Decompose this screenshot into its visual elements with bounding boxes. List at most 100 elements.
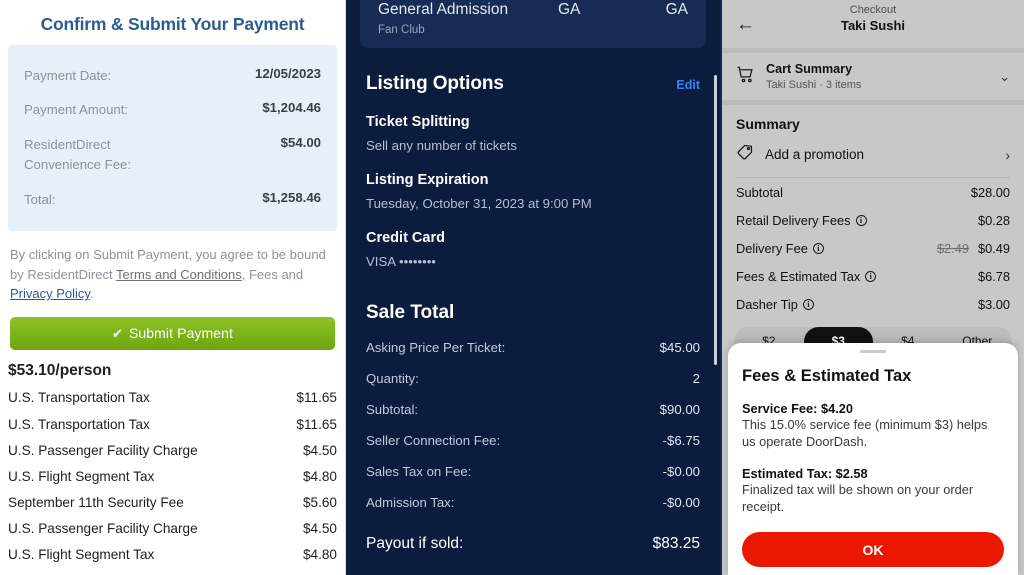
sale-line-value: 2	[692, 371, 700, 386]
cart-summary-subtitle: Taki Sushi · 3 items	[766, 79, 862, 91]
summary-line-fees-estimated-tax: Fees & Estimated Tax i $6.78	[722, 262, 1024, 290]
list-item: U.S. Transportation Tax $11.65	[0, 385, 345, 411]
scrollbar[interactable]	[714, 75, 717, 365]
tax-breakdown-list: U.S. Transportation Tax $11.65 U.S. Tran…	[0, 385, 345, 575]
cart-summary-row[interactable]: Cart Summary Taki Sushi · 3 items ⌄	[722, 53, 1024, 100]
summary-line-subtotal: Subtotal $28.00	[722, 178, 1024, 206]
credit-card-value: VISA ••••••••	[366, 254, 436, 269]
list-item: U.S. Passenger Facility Charge $4.50	[0, 437, 345, 463]
estimated-tax-title: Estimated Tax: $2.58	[742, 466, 868, 482]
service-fee-description: This 15.0% service fee (minimum $3) help…	[742, 417, 988, 450]
info-icon[interactable]: i	[855, 214, 867, 226]
line-value: $3.00	[977, 296, 1010, 312]
line-label: Retail Delivery Fees	[736, 212, 851, 228]
sheet-title: Fees & Estimated Tax	[742, 367, 912, 386]
list-item: September 11th Security Fee $5.60	[0, 568, 345, 575]
payment-confirmation-panel: Confirm & Submit Your Payment Payment Da…	[0, 0, 346, 575]
drag-handle[interactable]	[860, 350, 886, 354]
add-promotion-row[interactable]: Add a promotion ›	[722, 132, 1024, 177]
sale-line-value: $45.00	[659, 340, 700, 355]
header-eyebrow: Checkout	[849, 4, 897, 16]
fees-bottom-sheet: Fees & Estimated Tax Service Fee: $4.20 …	[728, 343, 1018, 575]
seat-row-value: GA	[558, 1, 581, 18]
line-label: Fees & Estimated Tax	[736, 268, 861, 284]
checkout-header: ← Checkout Taki Sushi	[722, 0, 1024, 48]
payout-row: Payout if sold: $83.25	[366, 510, 700, 553]
terms-and-conditions-link[interactable]: Terms and Conditions	[116, 267, 242, 282]
line-value: $0.28	[977, 212, 1010, 228]
submit-payment-button[interactable]: ✔ Submit Payment	[10, 316, 335, 350]
tax-value: $11.65	[296, 416, 337, 432]
cart-summary-title: Cart Summary	[766, 62, 853, 76]
chevron-right-icon[interactable]: ›	[1005, 147, 1010, 163]
list-item: U.S. Flight Segment Tax $4.80	[0, 463, 345, 489]
sale-line-label: Admission Tax:	[366, 495, 455, 510]
line-value-original: $2.49	[936, 240, 969, 256]
sale-line-value: -$0.00	[662, 495, 700, 510]
listing-options-title: Listing Options	[366, 73, 504, 94]
sale-line-label: Seller Connection Fee:	[366, 433, 501, 448]
table-row: Payment Amount: $1,204.46	[24, 93, 321, 127]
line-label: Dasher Tip	[736, 296, 798, 312]
ticket-splitting-value: Sell any number of tickets	[366, 138, 517, 153]
sale-total-list: Asking Price Per Ticket: $45.00 Quantity…	[366, 324, 700, 510]
chevron-down-icon[interactable]: ⌄	[999, 69, 1010, 85]
edit-listing-button[interactable]: Edit	[676, 78, 700, 92]
ok-button[interactable]: OK	[742, 532, 1004, 567]
tax-value: $11.65	[296, 390, 337, 406]
service-fee-title: Service Fee: $4.20	[742, 401, 853, 417]
tax-label: U.S. Flight Segment Tax	[8, 468, 155, 484]
tax-value: $4.50	[302, 521, 337, 537]
ticket-splitting-title: Ticket Splitting	[366, 114, 470, 130]
three-panel-screenshot: Confirm & Submit Your Payment Payment Da…	[0, 0, 1024, 575]
seat-row: General Admission GA GA	[378, 0, 688, 19]
check-icon: ✔	[111, 325, 123, 341]
table-row: ResidentDirect Convenience Fee: $54.00	[24, 128, 321, 183]
tax-label: U.S. Flight Segment Tax	[8, 547, 155, 563]
line-value: $0.49	[977, 240, 1010, 256]
list-item: Quantity: 2	[366, 355, 700, 386]
legal-text-mid: , Fees and	[241, 266, 304, 282]
sale-line-value: -$6.75	[662, 433, 700, 448]
shopping-cart-icon	[736, 65, 755, 89]
seat-section-name: General Admission	[378, 1, 509, 18]
sale-line-value: $90.00	[659, 402, 700, 417]
privacy-policy-link[interactable]: Privacy Policy	[10, 286, 90, 301]
page-title: Confirm & Submit Your Payment	[40, 14, 305, 34]
listing-expiration-title: Listing Expiration	[366, 172, 489, 188]
payment-date-value: 12/05/2023	[254, 66, 321, 81]
line-label: Subtotal	[736, 184, 783, 200]
listing-options-header: Listing Options Edit	[366, 48, 700, 95]
credit-card-title: Credit Card	[366, 230, 445, 246]
seat-card: General Admission GA GA Fan Club	[360, 0, 706, 48]
sale-line-label: Subtotal:	[366, 402, 419, 417]
list-item: Asking Price Per Ticket: $45.00	[366, 324, 700, 355]
info-icon[interactable]: i	[865, 270, 877, 282]
line-value: $6.78	[977, 268, 1010, 284]
convenience-fee-value: $54.00	[280, 134, 321, 150]
tax-value: $4.50	[302, 442, 337, 458]
list-item: Subtotal: $90.00	[366, 386, 700, 417]
info-icon[interactable]: i	[812, 242, 824, 254]
sale-line-label: Sales Tax on Fee:	[366, 464, 472, 479]
page-title: Taki Sushi	[840, 18, 906, 33]
sale-line-label: Quantity:	[366, 371, 419, 386]
seat-subtitle: Fan Club	[378, 24, 425, 36]
list-item: U.S. Transportation Tax $11.65	[0, 411, 345, 437]
list-item: September 11th Security Fee $5.60	[0, 490, 345, 516]
convenience-fee-label: ResidentDirect Convenience Fee:	[24, 136, 132, 173]
summary-line-dasher-tip: Dasher Tip i $3.00	[722, 290, 1024, 318]
summary-line-retail-delivery-fees: Retail Delivery Fees i $0.28	[722, 206, 1024, 234]
cart-summary-text: Cart Summary Taki Sushi · 3 items	[766, 62, 988, 91]
tax-value: $4.80	[302, 468, 337, 484]
table-row: Payment Date: 12/05/2023	[24, 59, 321, 93]
line-label: Delivery Fee	[736, 240, 808, 256]
list-item: Seller Connection Fee: -$6.75	[366, 417, 700, 448]
payment-amount-label: Payment Amount:	[24, 102, 129, 118]
info-icon[interactable]: i	[802, 298, 814, 310]
tax-label: U.S. Transportation Tax	[8, 390, 150, 406]
back-arrow-icon[interactable]: ←	[736, 15, 755, 34]
summary-line-delivery-fee: Delivery Fee i $2.49 $0.49	[722, 234, 1024, 262]
legal-disclaimer: By clicking on Submit Payment, you agree…	[10, 245, 335, 304]
per-person-price: $53.10/person	[8, 361, 112, 379]
